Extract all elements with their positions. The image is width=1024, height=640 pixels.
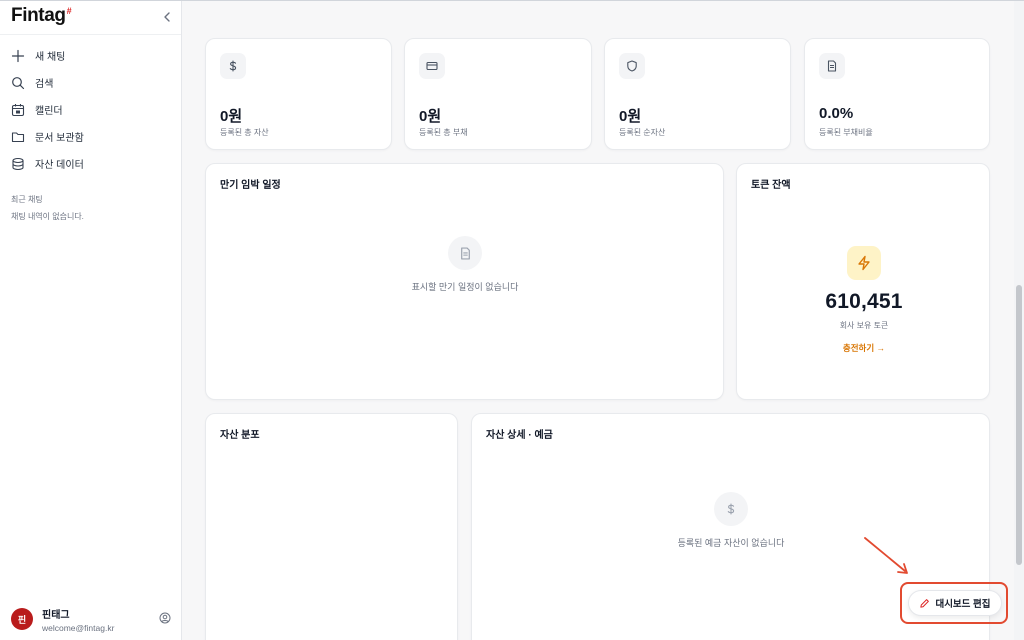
stat-value: 0.0% bbox=[819, 105, 854, 122]
token-balance-value: 610,451 bbox=[825, 290, 903, 313]
sidebar-item-label: 캘린더 bbox=[35, 106, 63, 117]
sidebar-item-label: 자산 데이터 bbox=[35, 160, 84, 171]
profile-info: 핀태그 welcome@fintag.kr bbox=[42, 606, 114, 633]
profile-name: 핀태그 bbox=[42, 609, 70, 621]
stat-card-total-liabilities: 0원 등록된 총 부채 bbox=[404, 38, 592, 150]
credit-card-icon bbox=[426, 61, 438, 71]
user-profile[interactable]: 핀 핀태그 welcome@fintag.kr bbox=[11, 606, 172, 633]
card-title: 자산 분포 bbox=[220, 430, 260, 441]
avatar: 핀 bbox=[11, 608, 33, 630]
lightning-icon bbox=[858, 255, 870, 271]
stat-label: 등록된 순자산 bbox=[619, 128, 666, 137]
token-balance-card: 토큰 잔액 610,451 회사 보유 토큰 충전하기 → bbox=[736, 163, 990, 400]
token-balance-label: 회사 보유 토큰 bbox=[839, 321, 889, 330]
sidebar-item-label: 검색 bbox=[35, 79, 54, 90]
stat-icon-box bbox=[619, 53, 645, 79]
stat-value: 0원 bbox=[220, 108, 243, 125]
sidebar-item-search[interactable]: 검색 bbox=[0, 69, 181, 96]
search-icon bbox=[12, 76, 25, 89]
sidebar-item-asset-data[interactable]: 자산 데이터 bbox=[0, 150, 181, 177]
collapse-sidebar-button[interactable] bbox=[160, 8, 174, 26]
stat-icon-box bbox=[819, 53, 845, 79]
recent-chats-empty: 채팅 내역이 없습니다. bbox=[11, 212, 84, 221]
card-title: 만기 임박 일정 bbox=[220, 180, 281, 191]
sidebar-item-new-chat[interactable]: 새 채팅 bbox=[0, 42, 181, 69]
sidebar-item-documents[interactable]: 문서 보관함 bbox=[0, 123, 181, 150]
chevron-left-icon bbox=[164, 12, 170, 22]
user-settings-icon[interactable] bbox=[159, 612, 171, 624]
maturity-schedule-card: 만기 임박 일정 표시할 만기 일정이 없습니다 bbox=[205, 163, 724, 400]
brand-logo[interactable]: Fintag # bbox=[11, 5, 72, 27]
empty-state-text: 등록된 예금 자산이 없습니다 bbox=[677, 538, 785, 548]
sidebar-nav: 새 채팅 검색 캘린더 문서 보관함 자산 데이터 bbox=[0, 42, 181, 177]
sidebar-item-label: 문서 보관함 bbox=[35, 133, 84, 144]
stat-card-debt-ratio: 0.0% 등록된 부채비율 bbox=[804, 38, 990, 150]
sidebar-item-calendar[interactable]: 캘린더 bbox=[0, 96, 181, 123]
stat-value: 0원 bbox=[419, 108, 442, 125]
asset-distribution-card: 자산 분포 bbox=[205, 413, 458, 640]
shield-icon bbox=[627, 60, 637, 72]
scrollbar-thumb[interactable] bbox=[1016, 285, 1022, 565]
brand-name: Fintag bbox=[11, 5, 66, 26]
stat-label: 등록된 총 부채 bbox=[419, 128, 468, 137]
stat-icon-box bbox=[220, 53, 246, 79]
empty-state-icon bbox=[714, 492, 748, 526]
stat-label: 등록된 총 자산 bbox=[220, 128, 269, 137]
dollar-icon bbox=[727, 503, 735, 515]
recharge-link[interactable]: 충전하기 → bbox=[737, 342, 991, 354]
token-icon-box bbox=[847, 246, 881, 280]
recent-chats-heading: 최근 채팅 bbox=[11, 195, 43, 204]
document-icon bbox=[460, 246, 470, 260]
sidebar-divider bbox=[0, 34, 181, 35]
database-icon bbox=[12, 157, 24, 170]
annotation-arrow-icon bbox=[864, 537, 908, 574]
sidebar-item-label: 새 채팅 bbox=[35, 52, 66, 63]
empty-state-text: 표시할 만기 일정이 없습니다 bbox=[411, 282, 519, 292]
document-icon bbox=[827, 60, 837, 72]
dollar-icon bbox=[229, 60, 237, 72]
annotation-highlight-box bbox=[900, 582, 1008, 624]
folder-icon bbox=[11, 131, 25, 142]
calendar-icon bbox=[11, 103, 25, 116]
stat-label: 등록된 부채비율 bbox=[819, 128, 873, 137]
sidebar: Fintag # 새 채팅 검색 캘린더 문서 보관함 자산 데이터 최근 채팅… bbox=[0, 1, 182, 640]
brand-mark: # bbox=[66, 6, 72, 16]
empty-state-icon bbox=[448, 236, 482, 270]
stat-value: 0원 bbox=[619, 108, 642, 125]
plus-icon bbox=[11, 49, 25, 62]
stat-card-net-assets: 0원 등록된 순자산 bbox=[604, 38, 791, 150]
stat-card-total-assets: 0원 등록된 총 자산 bbox=[205, 38, 392, 150]
profile-email: welcome@fintag.kr bbox=[42, 622, 115, 633]
card-title: 토큰 잔액 bbox=[751, 180, 791, 191]
card-title: 자산 상세 · 예금 bbox=[486, 430, 553, 441]
stat-icon-box bbox=[419, 53, 445, 79]
